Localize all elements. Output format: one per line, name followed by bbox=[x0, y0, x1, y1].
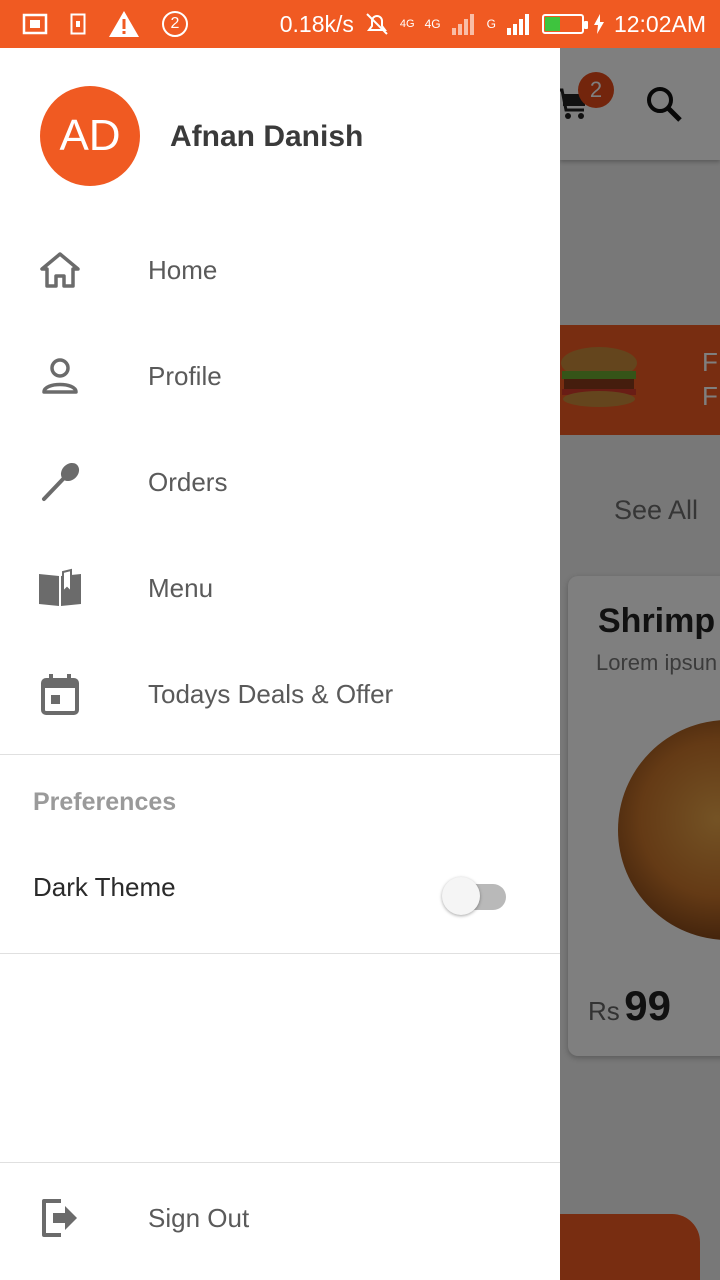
divider bbox=[0, 1162, 560, 1163]
drawer-item-menu[interactable]: Menu bbox=[0, 538, 560, 638]
charging-icon bbox=[593, 14, 604, 34]
user-name: Afnan Danish bbox=[170, 120, 364, 153]
drawer-item-label: Menu bbox=[148, 572, 214, 603]
network-small-icon: G bbox=[487, 17, 496, 31]
avatar[interactable]: AD bbox=[40, 86, 140, 186]
sim-icon bbox=[70, 13, 86, 35]
drawer-item-home[interactable]: Home bbox=[0, 220, 560, 320]
sign-out-label: Sign Out bbox=[148, 1202, 250, 1233]
profile-icon bbox=[36, 352, 84, 400]
drawer-scrim[interactable] bbox=[560, 48, 720, 1280]
screenshot-icon bbox=[22, 13, 48, 35]
navigation-drawer: AD Afnan Danish Home Profile Orders Menu… bbox=[0, 48, 560, 1280]
mute-icon bbox=[364, 11, 390, 37]
battery-icon bbox=[541, 14, 588, 34]
net-speed: 0.18k/s bbox=[279, 10, 354, 37]
sign-out-button[interactable]: Sign Out bbox=[0, 1168, 560, 1268]
drawer-item-label: Profile bbox=[148, 360, 222, 391]
warning-icon bbox=[108, 10, 140, 38]
divider bbox=[0, 754, 560, 755]
drawer-item-label: Todays Deals & Offer bbox=[148, 678, 394, 709]
drawer-item-label: Orders bbox=[148, 466, 228, 497]
clock: 12:02AM bbox=[613, 10, 706, 37]
network-type-2-label: 4G bbox=[424, 17, 441, 31]
preferences-title: Preferences bbox=[33, 788, 177, 816]
network-type-icon: 4G bbox=[399, 17, 415, 30]
drawer-item-orders[interactable]: Orders bbox=[0, 432, 560, 532]
network-small-label: G bbox=[486, 17, 496, 31]
drawer-item-label: Home bbox=[148, 254, 218, 285]
drawer-item-profile[interactable]: Profile bbox=[0, 326, 560, 426]
status-bar: 2 0.18k/s 4G 4G G 12:02AM bbox=[0, 0, 720, 48]
toggle-thumb bbox=[442, 877, 480, 915]
notification-count-icon: 2 bbox=[162, 11, 188, 37]
drawer-item-deals[interactable]: Todays Deals & Offer bbox=[0, 644, 560, 744]
home-icon bbox=[36, 246, 84, 294]
calendar-icon bbox=[36, 670, 84, 718]
book-icon bbox=[36, 564, 84, 612]
dark-theme-label: Dark Theme bbox=[33, 872, 176, 902]
spoon-icon bbox=[36, 458, 84, 506]
battery-level bbox=[544, 17, 561, 31]
signal-1-icon bbox=[451, 12, 477, 36]
network-type-2-icon: 4G bbox=[425, 17, 441, 31]
notification-count: 2 bbox=[170, 15, 180, 32]
network-type-label: 4G bbox=[399, 17, 415, 30]
signal-2-icon bbox=[506, 12, 532, 36]
divider bbox=[0, 953, 560, 954]
dark-theme-toggle[interactable] bbox=[442, 872, 508, 915]
dark-theme-row: Dark Theme bbox=[0, 854, 560, 934]
drawer-header: AD Afnan Danish bbox=[0, 48, 560, 208]
sign-out-icon bbox=[36, 1194, 84, 1242]
